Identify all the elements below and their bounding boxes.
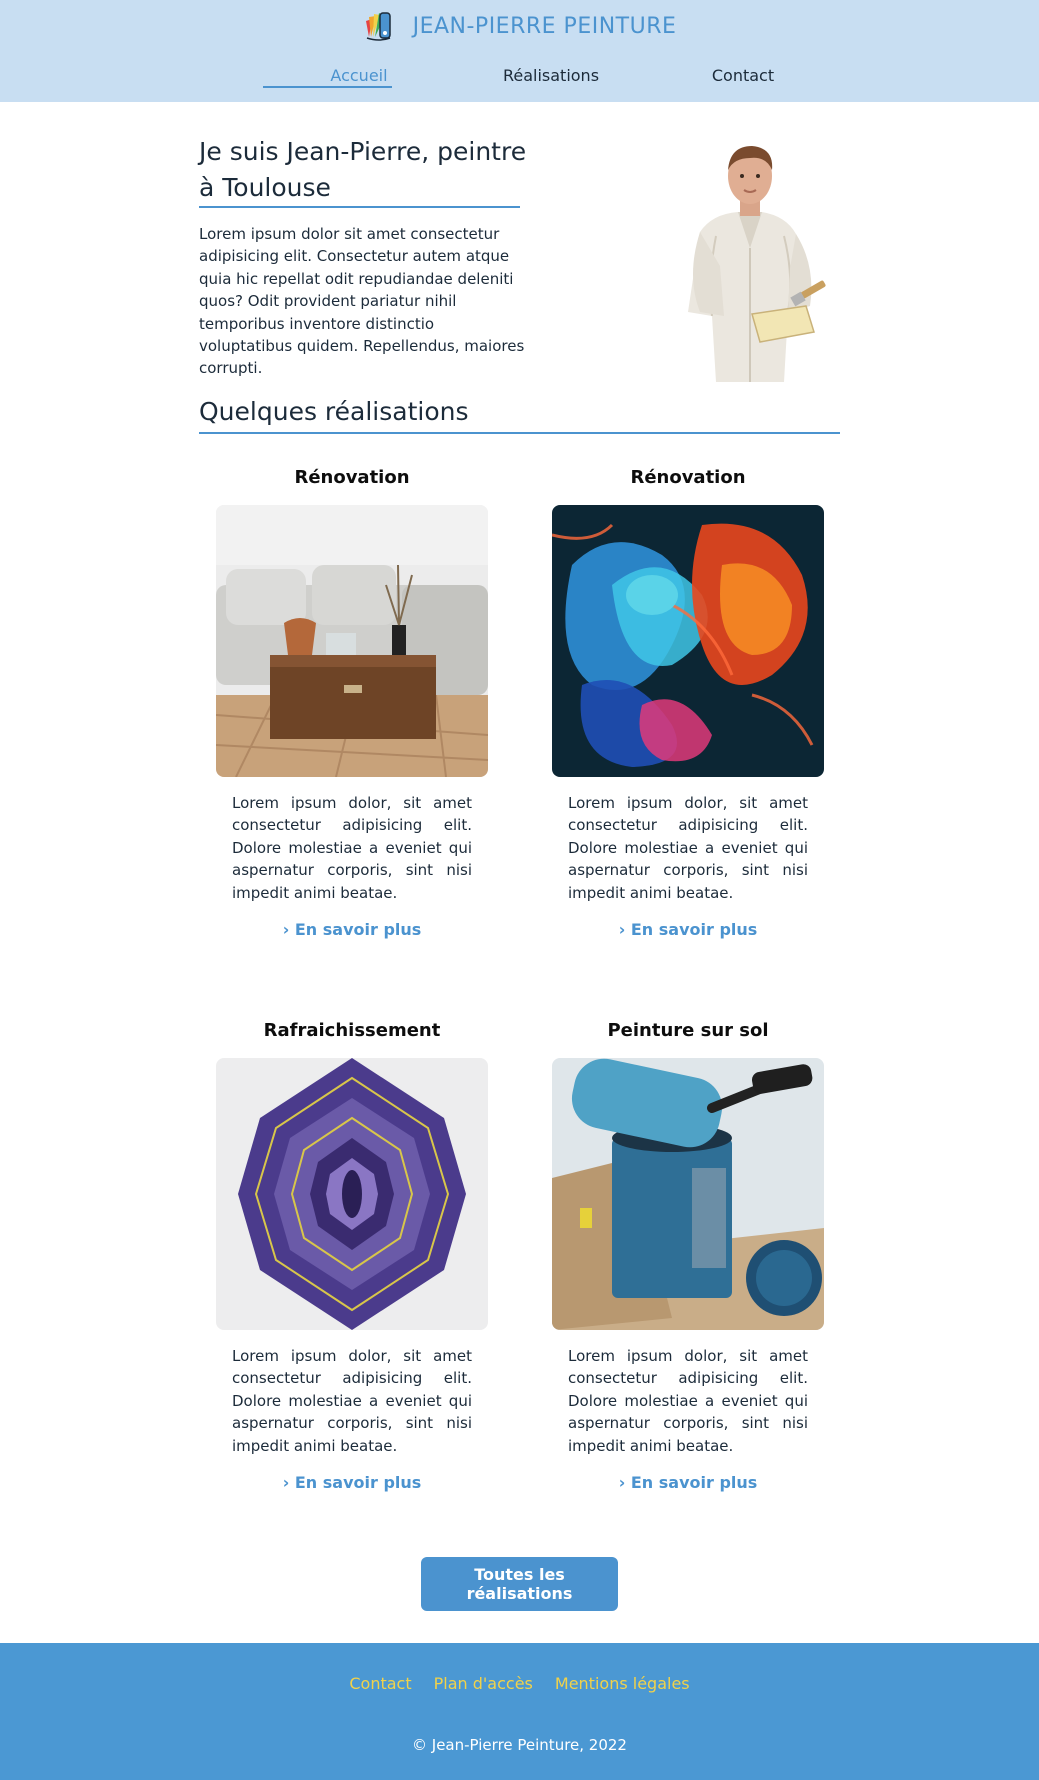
card-learn-more-link[interactable]: › En savoir plus bbox=[216, 920, 488, 939]
project-card: Peinture sur sol Lorem ipsum dolor, sit … bbox=[552, 1020, 824, 1492]
card-learn-more-link[interactable]: › En savoir plus bbox=[552, 1473, 824, 1492]
brand-name: JEAN-PIERRE PEINTURE bbox=[412, 13, 677, 39]
paint-swatch-icon bbox=[365, 12, 391, 41]
main-nav: Accueil Réalisations Contact bbox=[263, 66, 839, 85]
card-text: Lorem ipsum dolor, sit amet consectetur … bbox=[232, 1347, 472, 1455]
project-card: Rénovation Lorem ipsum dolor, sit amet c… bbox=[216, 467, 488, 939]
paint-roller-can-photo bbox=[552, 1058, 824, 1330]
section-divider bbox=[199, 432, 840, 434]
intro-divider bbox=[199, 206, 520, 208]
page: JEAN-PIERRE PEINTURE Accueil Réalisation… bbox=[0, 0, 1039, 1780]
colored-ink-smoke-photo bbox=[552, 505, 824, 777]
living-room-photo bbox=[216, 505, 488, 777]
nav-item-contact[interactable]: Contact bbox=[647, 66, 839, 85]
section-title: Quelques réalisations bbox=[199, 397, 469, 426]
footer-link-plan-acces[interactable]: Plan d'accès bbox=[434, 1674, 533, 1693]
card-text: Lorem ipsum dolor, sit amet consectetur … bbox=[568, 1347, 808, 1455]
site-footer: Contact Plan d'accès Mentions légales © … bbox=[0, 1643, 1039, 1780]
footer-link-mentions-legales[interactable]: Mentions légales bbox=[555, 1674, 690, 1693]
nav-item-accueil[interactable]: Accueil bbox=[263, 66, 455, 85]
project-card: Rénovation Lorem ipsum dolor, sit amet c… bbox=[552, 467, 824, 939]
card-title: Peinture sur sol bbox=[607, 1020, 769, 1041]
footer-link-contact[interactable]: Contact bbox=[349, 1674, 411, 1693]
card-learn-more-link[interactable]: › En savoir plus bbox=[552, 920, 824, 939]
copyright: © Jean-Pierre Peinture, 2022 bbox=[412, 1736, 627, 1754]
painter-portrait-image bbox=[660, 136, 836, 382]
card-title: Rafraichissement bbox=[263, 1020, 441, 1041]
intro-text: Lorem ipsum dolor sit amet consectetur a… bbox=[199, 225, 525, 378]
active-nav-underline bbox=[263, 86, 392, 88]
card-title: Rénovation bbox=[294, 467, 410, 488]
site-header: JEAN-PIERRE PEINTURE Accueil Réalisation… bbox=[0, 0, 1039, 102]
card-title: Rénovation bbox=[630, 467, 746, 488]
intro-title: Je suis Jean-Pierre, peintre à Toulouse bbox=[199, 137, 527, 202]
purple-paint-pattern-photo bbox=[216, 1058, 488, 1330]
footer-links: Contact Plan d'accès Mentions légales bbox=[0, 1674, 1039, 1693]
all-projects-button[interactable]: Toutes les réalisations bbox=[421, 1557, 618, 1611]
card-text: Lorem ipsum dolor, sit amet consectetur … bbox=[232, 794, 472, 902]
project-card: Rafraichissement Lorem ipsum dolor, sit … bbox=[216, 1020, 488, 1492]
nav-item-realisations[interactable]: Réalisations bbox=[455, 66, 647, 85]
brand[interactable]: JEAN-PIERRE PEINTURE bbox=[0, 9, 1039, 43]
card-text: Lorem ipsum dolor, sit amet consectetur … bbox=[568, 794, 808, 902]
card-learn-more-link[interactable]: › En savoir plus bbox=[216, 1473, 488, 1492]
